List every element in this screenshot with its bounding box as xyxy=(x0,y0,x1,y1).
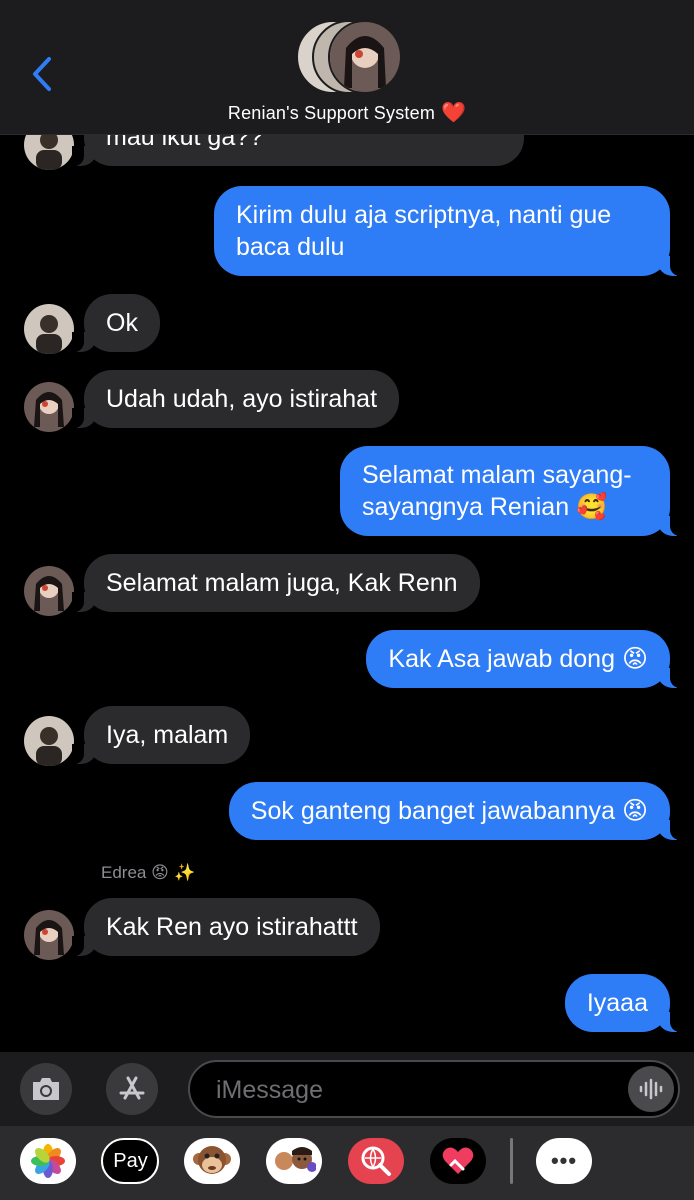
avatar[interactable] xyxy=(24,716,74,766)
message-text: Selamat malam juga, Kak Renn xyxy=(106,569,458,597)
message-text-line: baca dulu xyxy=(236,233,345,261)
monkey-icon xyxy=(193,1146,231,1174)
message-input[interactable] xyxy=(214,1062,618,1118)
message-text-line: Selamat malam sayang- xyxy=(362,461,632,489)
incoming-message[interactable]: Kak Ren ayo istirahattt xyxy=(72,898,380,956)
memoji-icon xyxy=(275,1147,316,1172)
message-text: Iyaaa xyxy=(586,989,648,1017)
avatar[interactable] xyxy=(24,566,74,616)
animoji-app[interactable] xyxy=(184,1138,240,1184)
message-text-line: Kirim dulu aja scriptnya, nanti gue xyxy=(236,201,612,229)
outgoing-message[interactable]: Kak Asa jawab dong 😡 xyxy=(366,630,682,688)
heart-icon: ❤️ xyxy=(441,102,467,124)
group-avatars[interactable] xyxy=(296,20,402,94)
app-drawer: Pay ••• xyxy=(0,1126,694,1200)
group-name[interactable]: Renian's Support System ❤️ xyxy=(0,100,694,125)
camera-button[interactable] xyxy=(20,1063,72,1115)
apple-pay-app[interactable]: Pay xyxy=(101,1138,159,1184)
sender-name: Edrea 😡 ✨ xyxy=(101,863,196,883)
message-text: Kak Ren ayo istirahattt xyxy=(106,913,358,941)
message-field[interactable] xyxy=(188,1060,680,1118)
angry-face-emoji: 😡 xyxy=(621,644,648,673)
photos-app[interactable] xyxy=(20,1138,76,1184)
message-text: Ok xyxy=(106,309,138,337)
more-icon: ••• xyxy=(550,1148,578,1173)
audio-message-button[interactable] xyxy=(628,1066,674,1112)
outgoing-message[interactable]: Sok ganteng banget jawabannya 😡 xyxy=(228,782,683,840)
input-bar xyxy=(0,1052,694,1126)
avatar[interactable] xyxy=(24,382,74,432)
memoji-app[interactable] xyxy=(266,1138,322,1184)
apple-pay-label: Pay xyxy=(113,1149,148,1172)
image-search-app[interactable] xyxy=(348,1138,404,1184)
digital-touch-app[interactable] xyxy=(430,1138,486,1184)
heart-hand-icon xyxy=(442,1147,474,1174)
angry-face-emoji: 😡 xyxy=(621,796,648,825)
back-button[interactable] xyxy=(22,52,62,96)
incoming-message[interactable]: Udah udah, ayo istirahat xyxy=(71,370,400,428)
drawer-divider xyxy=(510,1138,513,1184)
waveform-icon xyxy=(639,1078,663,1100)
incoming-message[interactable]: Ok xyxy=(72,294,160,352)
avatar[interactable] xyxy=(24,910,74,960)
outgoing-message[interactable]: Kirim dulu aja scriptnya, nanti gue baca… xyxy=(214,186,682,276)
message-text: Iya, malam xyxy=(106,721,229,749)
more-apps-button[interactable]: ••• xyxy=(536,1138,592,1184)
message-text: Udah udah, ayo istirahat xyxy=(106,385,378,413)
search-globe-icon xyxy=(361,1146,391,1176)
camera-icon xyxy=(33,1078,59,1100)
photos-icon xyxy=(31,1144,65,1178)
incoming-message[interactable]: Iya, malam xyxy=(71,706,251,764)
message-text: Kak Asa jawab dong xyxy=(388,645,615,673)
outgoing-message[interactable]: Iyaaa xyxy=(564,974,683,1032)
message-text-line: sayangnya Renian 🥰 xyxy=(362,492,608,521)
avatar[interactable] xyxy=(24,304,74,354)
conversation-header: Renian's Support System ❤️ xyxy=(0,0,694,135)
sender-emoji: 😡 ✨ xyxy=(151,863,196,883)
chevron-left-icon xyxy=(33,57,51,91)
message-text: Sok ganteng banget jawabannya xyxy=(250,797,615,825)
incoming-message[interactable]: Selamat malam juga, Kak Renn xyxy=(72,554,480,612)
smiling-hearts-emoji: 🥰 xyxy=(576,492,608,521)
message-thread[interactable]: mau ikut ga?? Kirim dulu aja scriptnya, … xyxy=(0,0,694,1052)
outgoing-message[interactable]: Selamat malam sayang- sayangnya Renian 🥰 xyxy=(340,446,682,536)
avatar xyxy=(328,20,402,94)
app-store-button[interactable] xyxy=(106,1063,158,1115)
app-store-icon xyxy=(119,1076,145,1100)
